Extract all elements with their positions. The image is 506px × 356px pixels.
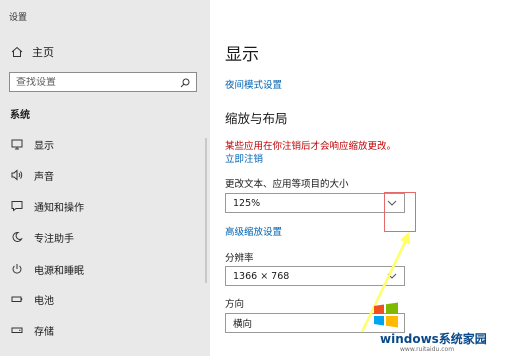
sidebar-item-label: 专注助手 xyxy=(34,233,74,245)
speaker-icon xyxy=(10,168,24,182)
sign-out-now-link[interactable]: 立即注销 xyxy=(225,151,263,165)
resolution-dropdown-value: 1366 × 768 xyxy=(233,270,290,282)
sidebar-item-label: 电池 xyxy=(34,295,54,307)
night-mode-settings-link[interactable]: 夜间模式设置 xyxy=(225,77,282,91)
section-label-system: 系统 xyxy=(10,110,30,121)
watermark-url: www.ruitaidu.com xyxy=(400,346,455,353)
resolution-label: 分辨率 xyxy=(225,253,254,264)
scale-layout-heading: 缩放与布局 xyxy=(225,111,288,126)
sidebar-item-power-sleep[interactable]: 电源和睡眠 xyxy=(10,261,84,277)
home-icon xyxy=(10,45,24,59)
notification-icon xyxy=(10,199,24,213)
scale-warning-text: 某些应用在你注销后才会响应缩放更改。 xyxy=(225,141,397,152)
sidebar-item-label: 声音 xyxy=(34,171,54,183)
battery-icon xyxy=(10,292,24,306)
sidebar-item-storage[interactable]: 存储 xyxy=(10,322,54,338)
orientation-dropdown-value: 横向 xyxy=(233,319,253,330)
monitor-icon xyxy=(10,137,24,151)
sidebar-item-display[interactable]: 显示 xyxy=(10,136,54,152)
sidebar-item-label: 电源和睡眠 xyxy=(34,265,84,277)
windows-logo-icon xyxy=(374,302,398,328)
sidebar-item-battery[interactable]: 电池 xyxy=(10,291,54,307)
moon-icon xyxy=(10,230,24,244)
sidebar-item-notifications[interactable]: 通知和操作 xyxy=(10,198,84,214)
sidebar-item-label: 通知和操作 xyxy=(34,202,84,214)
window-title: 设置 xyxy=(9,13,28,23)
storage-icon xyxy=(10,323,24,337)
sidebar: 设置 主页 系统 显示 声音 通知和操作 专注助手 xyxy=(0,0,210,356)
sidebar-home[interactable]: 主页 xyxy=(10,44,54,60)
watermark: windows系统家园 www.ruitaidu.com xyxy=(360,296,506,356)
page-title: 显示 xyxy=(225,45,259,65)
sidebar-item-sound[interactable]: 声音 xyxy=(10,167,54,183)
orientation-label: 方向 xyxy=(225,299,245,310)
advanced-scaling-link[interactable]: 高级缩放设置 xyxy=(225,224,282,238)
scale-dropdown[interactable]: 125% xyxy=(225,193,405,213)
size-label: 更改文本、应用等项目的大小 xyxy=(225,179,349,190)
power-icon xyxy=(10,262,24,276)
scale-dropdown-value: 125% xyxy=(233,197,261,209)
search-box[interactable] xyxy=(9,72,197,92)
search-icon[interactable] xyxy=(180,73,190,92)
sidebar-scrollbar[interactable] xyxy=(205,138,207,283)
watermark-text: windows系统家园 xyxy=(380,332,487,346)
highlight-box xyxy=(384,192,416,232)
sidebar-item-focus-assist[interactable]: 专注助手 xyxy=(10,229,74,245)
sidebar-home-label: 主页 xyxy=(32,46,54,59)
sidebar-item-label: 显示 xyxy=(34,140,54,152)
sidebar-item-label: 存储 xyxy=(34,326,54,338)
search-input[interactable] xyxy=(16,76,166,88)
